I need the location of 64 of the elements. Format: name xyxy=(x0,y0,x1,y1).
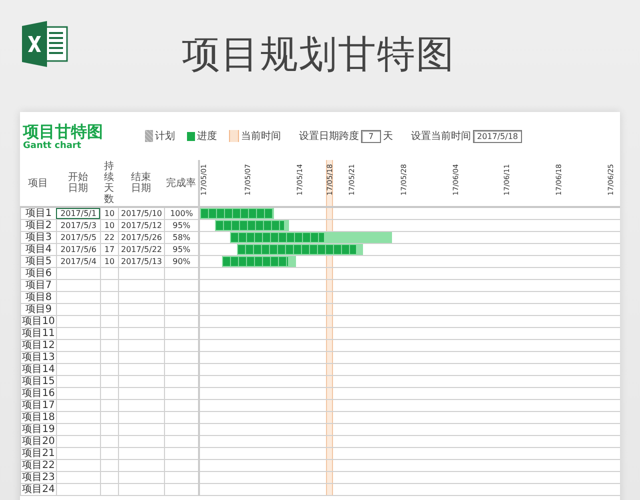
date-input-field[interactable]: 2017/5/18 xyxy=(473,130,522,142)
table-cell: 项目19 xyxy=(20,424,56,435)
table-cell: 项目5 xyxy=(20,256,56,267)
column-header: 项目 xyxy=(27,176,49,190)
table-cell: 2017/5/13 xyxy=(118,256,164,267)
legend-label: 进度 xyxy=(197,130,217,143)
table-cell: 22 xyxy=(100,232,118,243)
table-cell: 项目7 xyxy=(20,280,56,291)
table-cell: 项目13 xyxy=(20,352,56,363)
table-cell: 2017/5/26 xyxy=(118,232,164,243)
table-cell: 项目16 xyxy=(20,388,56,399)
table-cell: 项目2 xyxy=(20,220,56,231)
table-cell: 2017/5/4 xyxy=(56,256,100,267)
column-header: 完成率 xyxy=(165,176,197,190)
table-cell: 项目4 xyxy=(20,244,56,255)
table-cell: 90% xyxy=(164,256,198,267)
table-cell: 项目3 xyxy=(20,232,56,243)
table-cell: 项目22 xyxy=(20,460,56,471)
table-cell: 2017/5/22 xyxy=(118,244,164,255)
table-cell: 10 xyxy=(100,220,118,231)
span-unit-label: 天 xyxy=(383,130,393,143)
table-cell: 2017/5/3 xyxy=(56,220,100,231)
column-header: 开始日期 xyxy=(67,171,89,196)
span-input-field[interactable]: 7 xyxy=(361,130,381,142)
table-cell: 项目6 xyxy=(20,268,56,279)
table-cell: 项目23 xyxy=(20,472,56,483)
table-cell: 项目10 xyxy=(20,316,56,327)
table-cell: 2017/5/10 xyxy=(118,208,164,219)
table-cell: 项目8 xyxy=(20,292,56,303)
table-cell: 项目17 xyxy=(20,400,56,411)
span-setting-label: 设置日期跨度 xyxy=(299,130,359,143)
table-cell: 2017/5/12 xyxy=(118,220,164,231)
plan-swatch xyxy=(145,130,153,142)
date-setting-label: 设置当前时间 xyxy=(411,130,471,143)
page-title: 项目规划甘特图 xyxy=(182,30,455,78)
progress-swatch xyxy=(187,132,195,140)
table-cell: 2017/5/1 xyxy=(56,208,100,219)
table-cell: 项目1 xyxy=(20,208,56,219)
table-cell: 项目12 xyxy=(20,340,56,351)
spreadsheet-logo-icon xyxy=(21,21,69,67)
table-cell: 项目14 xyxy=(20,364,56,375)
table-cell: 2017/5/5 xyxy=(56,232,100,243)
legend-label: 当前时间 xyxy=(241,130,281,143)
table-cell: 项目24 xyxy=(20,484,56,495)
table-cell: 项目11 xyxy=(20,328,56,339)
table-cell: 10 xyxy=(100,256,118,267)
table-cell: 95% xyxy=(164,220,198,231)
column-header: 持续天数 xyxy=(103,160,115,206)
sheet-subtitle: Gantt chart xyxy=(23,140,82,150)
current-time-swatch xyxy=(229,130,239,142)
table-cell: 100% xyxy=(164,208,198,219)
table-cell: 项目15 xyxy=(20,376,56,387)
table-cell: 项目18 xyxy=(20,412,56,423)
column-header: 结束日期 xyxy=(130,170,152,196)
table-cell: 2017/5/6 xyxy=(56,244,100,255)
table-cell: 58% xyxy=(164,232,198,243)
table-cell: 项目9 xyxy=(20,304,56,315)
table-cell: 项目21 xyxy=(20,448,56,459)
table-cell: 项目20 xyxy=(20,436,56,447)
table-cell: 17 xyxy=(100,244,118,255)
table-cell: 10 xyxy=(100,208,118,219)
table-cell: 95% xyxy=(164,244,198,255)
legend-label: 计划 xyxy=(155,130,175,143)
sheet-title: 项目甘特图 xyxy=(23,122,104,140)
